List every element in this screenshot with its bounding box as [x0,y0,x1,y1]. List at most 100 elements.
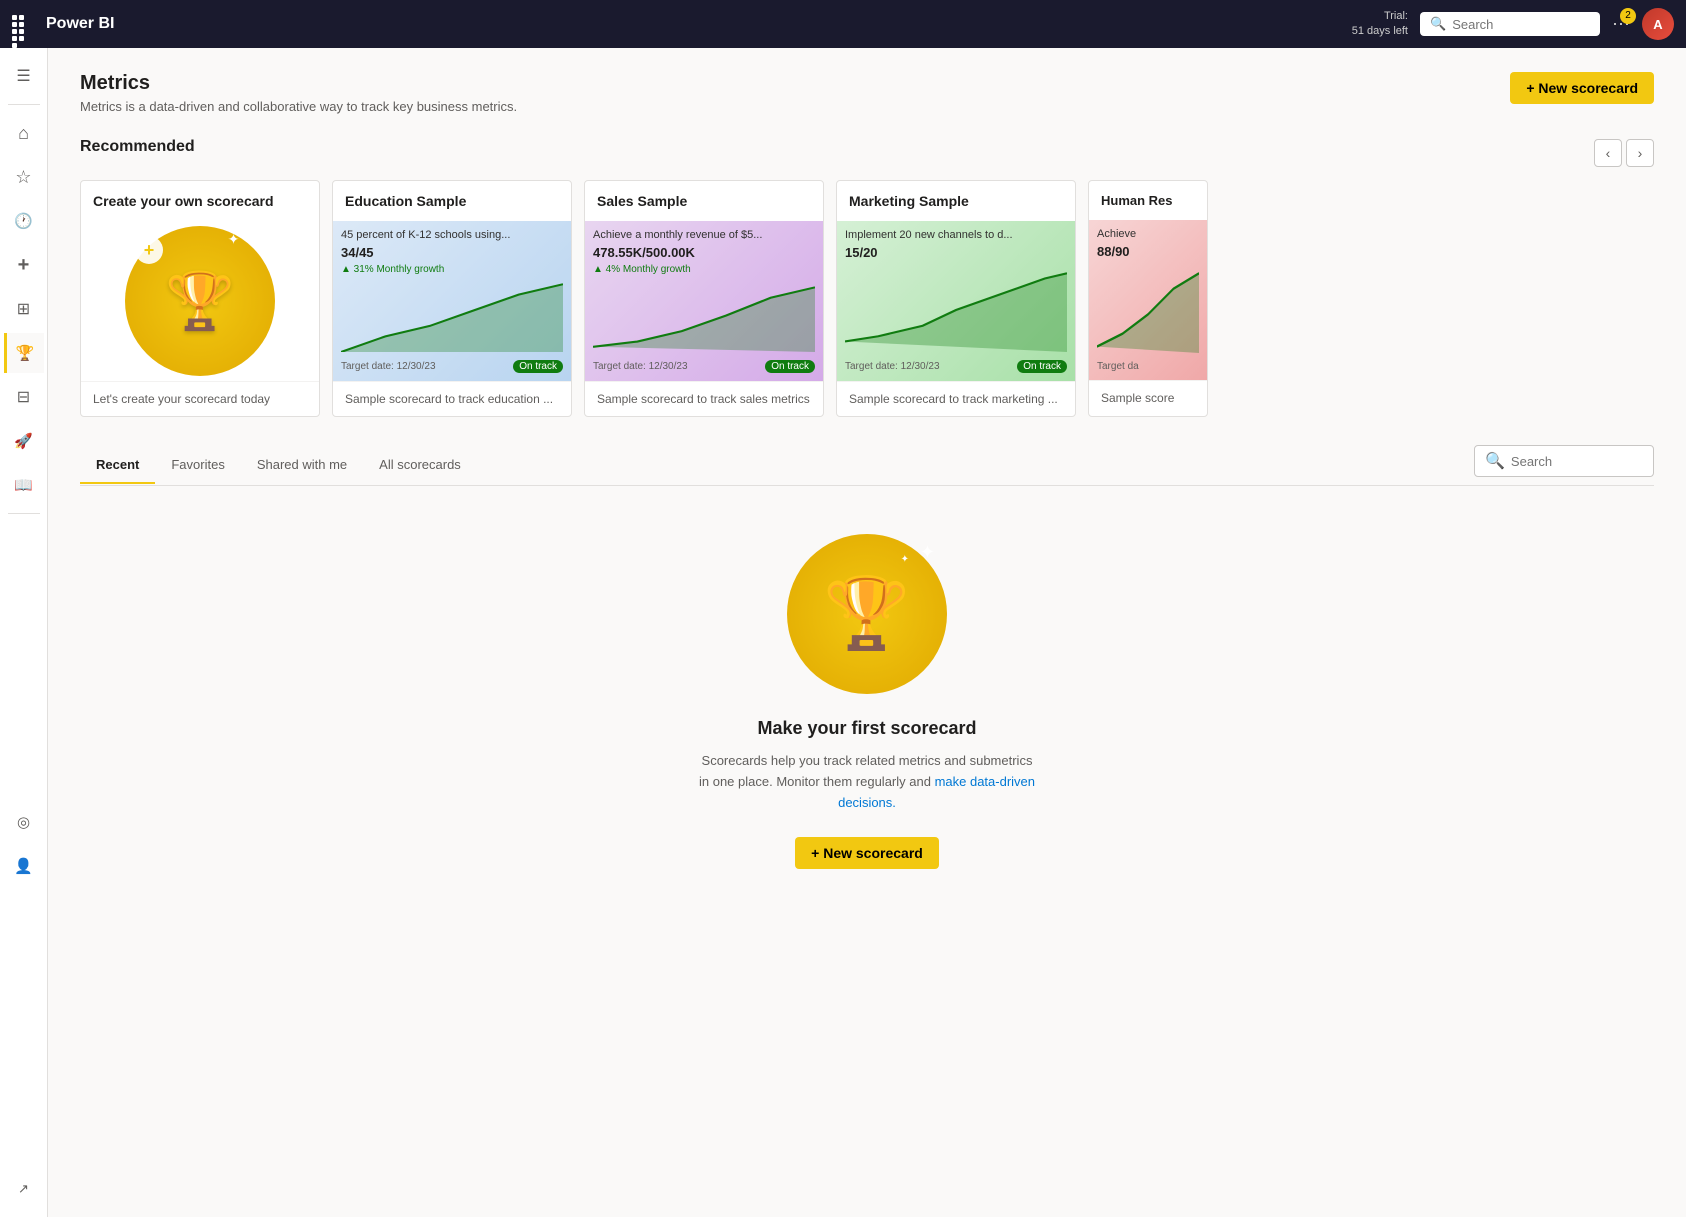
top-navigation: Power BI Trial: 51 days left 🔍 ⋯ 2 A [0,0,1686,48]
metric-title: Implement 20 new channels to d... [845,229,1067,241]
marketing-sample-card[interactable]: Marketing Sample Implement 20 new channe… [836,180,1076,417]
card-footer: Sample scorecard to track sales metrics [585,381,823,416]
metric-value: 88/90 [1097,244,1199,259]
sparkles-icon: ✦ [920,542,935,563]
tabs-search-input[interactable] [1511,454,1643,469]
empty-state: 🏆 ✦ ✦ Make your first scorecard Scorecar… [80,486,1654,917]
card-status-row: Target da [1097,361,1199,372]
new-scorecard-button-top[interactable]: + New scorecard [1510,72,1654,104]
sparkle-small-icon: ✦ [901,554,909,565]
sidebar: ☰ ⌂ ☆ 🕐 + ⊞ 🏆 ⊟ 🚀 📖 ◎ 👤 ↗ [0,48,48,1217]
on-track-badge: On track [513,360,563,373]
create-scorecard-card[interactable]: Create your own scorecard 🏆 + ✦ ✦ Let's … [80,180,320,417]
tab-favorites[interactable]: Favorites [155,447,240,484]
sidebar-item-create[interactable]: + [4,245,44,285]
empty-state-description: Scorecards help you track related metric… [697,751,1037,813]
page-title: Metrics [80,72,517,95]
card-footer: Sample scorecard to track marketing ... [837,381,1075,416]
notification-button[interactable]: ⋯ 2 [1612,14,1630,35]
sidebar-divider [8,104,40,105]
sidebar-item-menu[interactable]: ☰ [4,56,44,96]
metric-title: 45 percent of K-12 schools using... [341,229,563,241]
tabs-search-box[interactable]: 🔍 [1474,445,1654,477]
app-grid-icon[interactable] [12,15,30,33]
card-image: Achieve a monthly revenue of $5... 478.5… [585,221,823,381]
on-track-badge: On track [765,360,815,373]
sample-content: 45 percent of K-12 schools using... 34/4… [333,221,571,381]
tab-all[interactable]: All scorecards [363,447,477,484]
sidebar-item-external[interactable]: ↗ [4,1169,44,1209]
page-header: Metrics Metrics is a data-driven and col… [80,72,1654,114]
tab-shared[interactable]: Shared with me [241,447,363,484]
recommended-title: Recommended [80,138,195,156]
card-title: Sales Sample [585,181,823,221]
card-footer: Let's create your scorecard today [81,381,319,416]
sales-sample-card[interactable]: Sales Sample Achieve a monthly revenue o… [584,180,824,417]
page-subtitle: Metrics is a data-driven and collaborati… [80,99,517,114]
sidebar-divider-2 [8,513,40,514]
card-footer: Sample score [1089,380,1207,415]
search-input[interactable] [1452,17,1590,32]
growth-indicator: ▲ 4% Monthly growth [593,264,815,275]
tab-recent[interactable]: Recent [80,447,155,484]
card-image: 🏆 + ✦ ✦ [81,221,319,381]
sidebar-item-profile[interactable]: 👤 [4,846,44,886]
metric-value: 478.55K/500.00K [593,245,815,260]
card-footer: Sample scorecard to track education ... [333,381,571,416]
sample-chart [593,279,815,352]
card-title: Marketing Sample [837,181,1075,221]
sidebar-item-deployment[interactable]: 🚀 [4,421,44,461]
empty-trophy-circle: 🏆 ✦ ✦ [787,534,947,694]
growth-indicator: ▲ 31% Monthly growth [341,264,563,275]
card-title: Human Res [1089,181,1207,220]
sidebar-item-recent[interactable]: 🕐 [4,201,44,241]
sidebar-item-apps[interactable]: ⊞ [4,289,44,329]
card-title: Create your own scorecard [81,181,319,221]
empty-state-title: Make your first scorecard [757,718,976,739]
sidebar-item-metrics[interactable]: 🏆 [4,333,44,373]
metric-value: 15/20 [845,245,1067,260]
sidebar-item-learn[interactable]: 📖 [4,465,44,505]
human-resources-card[interactable]: Human Res Achieve 88/90 [1088,180,1208,417]
user-avatar[interactable]: A [1642,8,1674,40]
sidebar-item-datahub[interactable]: ◎ [4,802,44,842]
prev-arrow-button[interactable]: ‹ [1594,139,1622,167]
sample-content: Implement 20 new channels to d... 15/20 … [837,221,1075,381]
recommended-header: Recommended ‹ › [80,138,1654,168]
sample-chart [845,268,1067,352]
sidebar-item-favorites[interactable]: ☆ [4,157,44,197]
tabs-section: Recent Favorites Shared with me All scor… [80,445,1654,917]
notification-badge: 2 [1620,8,1636,24]
on-track-badge: On track [1017,360,1067,373]
sidebar-item-home[interactable]: ⌂ [4,113,44,153]
metric-value: 34/45 [341,245,563,260]
sample-chart [1097,263,1199,353]
top-search-box[interactable]: 🔍 [1420,12,1600,36]
navigation-arrows: ‹ › [1594,139,1654,167]
card-title: Education Sample [333,181,571,221]
next-arrow-button[interactable]: › [1626,139,1654,167]
empty-trophy-icon: 🏆 [823,573,910,655]
recommended-cards: Create your own scorecard 🏆 + ✦ ✦ Let's … [80,180,1654,417]
search-icon: 🔍 [1485,451,1505,471]
target-date: Target date: 12/30/23 [341,361,436,372]
search-icon: 🔍 [1430,16,1446,32]
target-date: Target da [1097,361,1139,372]
plus-icon: + [135,236,163,264]
tabs-search-area: 🔍 [1474,445,1654,485]
trophy-circle: 🏆 + ✦ ✦ [125,226,275,376]
target-date: Target date: 12/30/23 [845,361,940,372]
trophy-icon: 🏆 [165,268,235,334]
sample-chart [341,279,563,352]
card-image: 45 percent of K-12 schools using... 34/4… [333,221,571,381]
recommended-section: Recommended ‹ › Create your own scorecar… [80,138,1654,417]
education-sample-card[interactable]: Education Sample 45 percent of K-12 scho… [332,180,572,417]
card-status-row: Target date: 12/30/23 On track [845,360,1067,373]
metric-title: Achieve a monthly revenue of $5... [593,229,815,241]
trial-info: Trial: 51 days left [1352,9,1408,40]
new-scorecard-button-empty[interactable]: + New scorecard [795,837,939,869]
card-image: Implement 20 new channels to d... 15/20 … [837,221,1075,381]
sidebar-item-workspaces[interactable]: ⊟ [4,377,44,417]
card-image: Achieve 88/90 Target da [1089,220,1207,380]
sparkles-icon: ✦ ✦ [228,231,255,248]
